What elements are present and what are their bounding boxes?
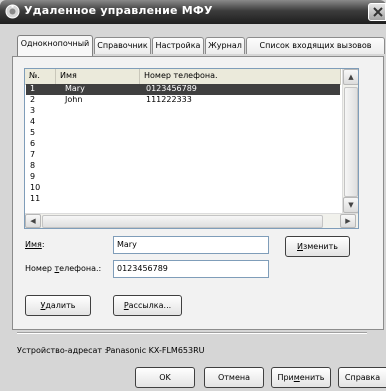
table-cell-num: 4 [30,117,36,126]
close-button[interactable] [368,3,386,21]
tab-incoming-calls[interactable]: Список входящих вызовов [246,37,385,54]
device-label: Устройство-адресат : [17,346,108,355]
table-cell-num: 8 [30,161,36,170]
list-header: №. Имя Номер телефона. [25,69,341,85]
cancel-button[interactable]: Отмена [204,367,264,388]
table-row[interactable]: 2 John 111222333 [26,95,340,106]
table-cell-num: 7 [30,150,36,159]
table-row[interactable]: 7 [26,150,340,161]
broadcast-button[interactable]: Рассылка... [113,295,182,316]
vertical-scroll-thumb[interactable] [344,87,358,197]
app-icon [5,4,20,19]
help-button[interactable]: Справка [338,367,386,388]
title-bar[interactable]: Удаленное управление МФУ [0,0,386,24]
dialog-window: Удаленное управление МФУ Однокнопочный С… [0,0,386,391]
scroll-down-icon[interactable]: ▼ [343,197,358,213]
column-header-number[interactable]: №. [25,69,56,84]
table-row[interactable]: 1 Mary 0123456789 [26,84,340,95]
table-cell-name: Mary [65,84,85,93]
speed-dial-list[interactable]: №. Имя Номер телефона. 1 Mary 0123456789 2 J… [24,68,359,229]
table-row[interactable]: 5 [26,128,340,139]
window-title: Удаленное управление МФУ [24,4,213,17]
tab-phonebook[interactable]: Справочник [94,37,151,54]
device-value: Panasonic KX-FLM653RU [106,346,205,355]
tab-journal[interactable]: Журнал [205,37,245,54]
name-input[interactable]: Mary [113,236,269,254]
scroll-right-icon[interactable]: ▶ [340,214,356,228]
table-cell-num: 11 [30,194,41,203]
apply-button[interactable]: Применить [271,367,331,388]
table-row[interactable]: 6 [26,139,340,150]
table-cell-num: 2 [30,95,36,104]
table-row[interactable]: 10 [26,183,340,194]
table-row[interactable]: 9 [26,172,340,183]
table-row[interactable]: 8 [26,161,340,172]
divider [17,332,367,334]
phone-label: Номер телефона.: [25,264,102,273]
table-row[interactable]: 3 [26,106,340,117]
table-cell-name: John [65,95,83,104]
table-row[interactable]: 4 [26,117,340,128]
change-button[interactable]: Изменить [285,236,350,257]
vertical-scrollbar[interactable]: ▲ ▼ [342,69,358,213]
tab-strip: Однокнопочный Справочник Настройка Журна… [0,35,386,57]
scroll-up-icon[interactable]: ▲ [343,69,358,85]
horizontal-scrollbar[interactable]: ◀ ▶ [25,213,358,228]
delete-button[interactable]: Удалить [25,295,91,316]
tab-settings[interactable]: Настройка [152,37,204,54]
column-header-phone[interactable]: Номер телефона. [140,69,341,84]
table-cell-num: 10 [30,183,41,192]
horizontal-scroll-thumb[interactable] [42,215,323,228]
table-cell-num: 5 [30,128,36,137]
close-icon [373,7,383,17]
table-cell-num: 3 [30,106,36,115]
ok-button[interactable]: OK [135,367,195,388]
phone-input[interactable]: 0123456789 [113,260,269,278]
table-cell-num: 1 [30,84,36,93]
table-cell-phone: 111222333 [146,95,192,104]
table-cell-phone: 0123456789 [146,84,197,93]
table-cell-num: 6 [30,139,36,148]
table-cell-num: 9 [30,172,36,181]
scroll-left-icon[interactable]: ◀ [25,214,41,228]
tab-one-touch[interactable]: Однокнопочный [17,35,93,56]
column-header-name[interactable]: Имя [56,69,140,84]
table-row[interactable]: 11 [26,194,340,205]
name-label: Имя: [25,240,45,249]
